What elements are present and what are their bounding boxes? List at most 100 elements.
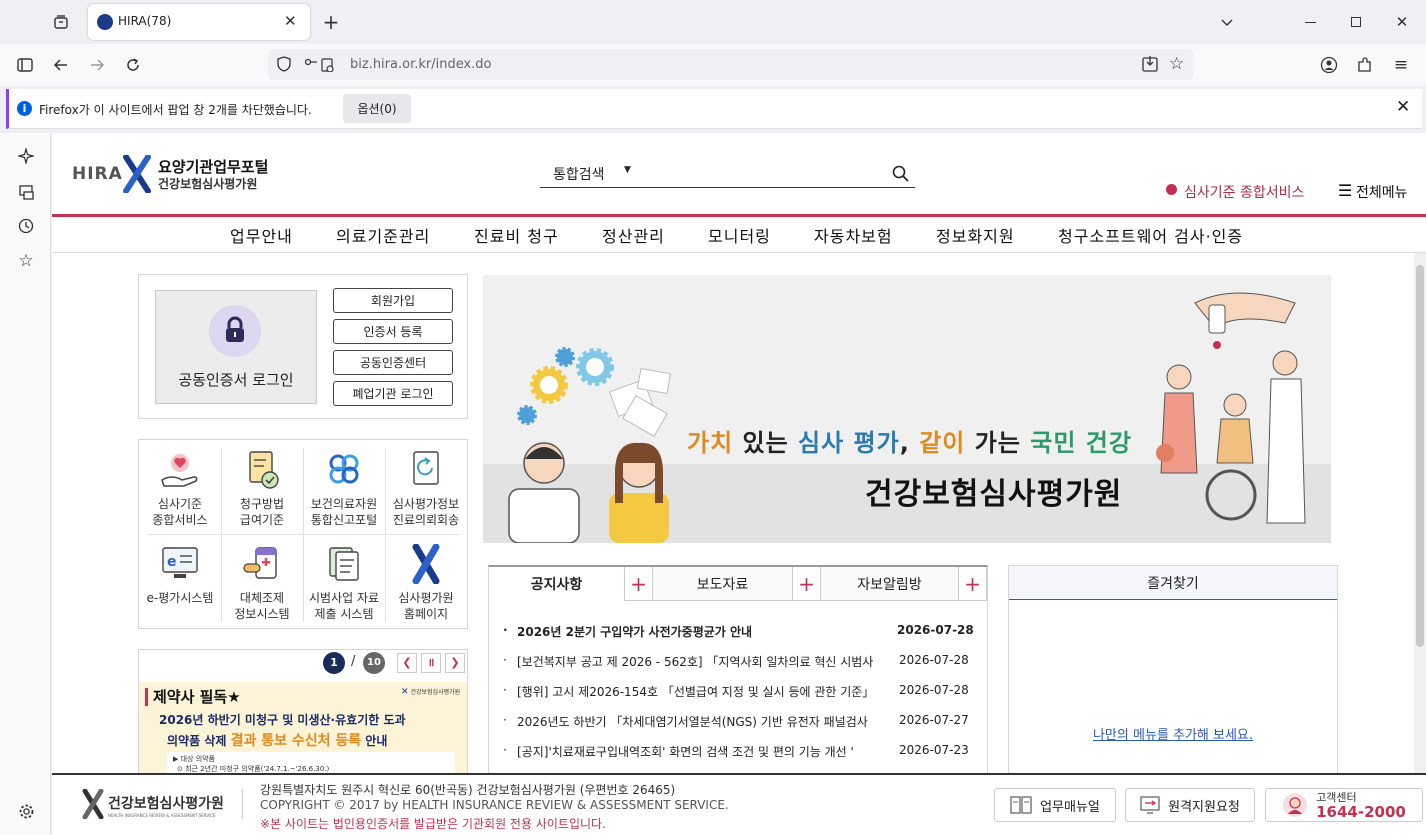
slide-pause-icon[interactable]: ॥ [421, 653, 441, 673]
notification-close-icon[interactable]: ✕ [1396, 97, 1410, 117]
add-favorite-link[interactable]: 나만의 메뉴를 추가해 보세요. [1009, 724, 1337, 743]
nav-claims[interactable]: 진료비 청구 [474, 223, 559, 247]
customer-center-button[interactable]: 고객센터 1644-2000 [1265, 788, 1423, 822]
notice-board: 공지사항 + 보도자료 + 자보알림방 + · 2026년 2분기 구입약가 사전… [488, 565, 988, 785]
close-window-icon[interactable]: ✕ [1387, 7, 1417, 37]
family-illustration [1156, 292, 1306, 524]
extensions-icon[interactable] [1350, 50, 1380, 80]
nav-medical-standards[interactable]: 의료기준관리 [336, 223, 430, 247]
menu-hamburger-icon[interactable]: ≡ [1386, 50, 1416, 80]
notices-more-icon[interactable]: + [625, 567, 653, 601]
scrollbar-thumb[interactable] [1416, 265, 1424, 647]
pills-icon [243, 547, 277, 579]
chevron-circle-icon [1166, 184, 1177, 195]
reload-icon[interactable] [118, 50, 148, 80]
back-icon[interactable] [46, 50, 76, 80]
portal-title: 요양기관업무포털 [158, 158, 269, 176]
all-menu-link[interactable]: 전체메뉴 [1356, 182, 1408, 202]
quick-pilot-submission[interactable]: 시범사업 자료 제출 시스템 [303, 544, 385, 622]
manual-label: 업무매뉴얼 [1040, 799, 1100, 815]
quick-substitution[interactable]: 대체조제 정보시스템 [221, 544, 303, 622]
cert-register-button[interactable]: 인증서 등록 [333, 319, 453, 344]
options-button[interactable]: 옵션(0) [343, 94, 411, 123]
signup-button[interactable]: 회원가입 [333, 288, 453, 313]
url-text[interactable]: biz.hira.or.kr/index.do [350, 57, 492, 72]
footer-copyright: COPYRIGHT © 2017 by HEALTH INSURANCE REV… [260, 798, 729, 812]
tab-auto-insurance-notices[interactable]: 자보알림방 [821, 567, 959, 601]
list-item[interactable]: · [행위] 고시 제2026-154호 「선별급여 지정 및 실시 등에 관한 … [503, 683, 971, 699]
ai-chatbot-icon[interactable] [11, 141, 41, 171]
shield-icon[interactable] [276, 56, 292, 76]
nav-work-guide[interactable]: 업무안내 [230, 223, 293, 247]
history-icon[interactable] [11, 211, 41, 241]
cert-login-button[interactable]: 공동인증서 로그인 [155, 290, 317, 404]
nav-monitoring[interactable]: 모니터링 [708, 223, 771, 247]
nav-settlement[interactable]: 정산관리 [602, 223, 665, 247]
bookmarks-icon[interactable]: ☆ [11, 246, 41, 276]
nav-divider [52, 252, 1426, 253]
search-category-select[interactable]: 통합검색 [553, 164, 605, 184]
auto-notices-more-icon[interactable]: + [959, 567, 987, 601]
quick-review-standards[interactable]: 심사기준 종합서비스 [139, 450, 221, 528]
forward-icon[interactable] [82, 50, 112, 80]
refresh-doc-icon [413, 451, 439, 485]
browser-tab[interactable]: HIRA(78) ✕ [88, 4, 310, 40]
search-input[interactable] [650, 162, 880, 184]
press-more-icon[interactable]: + [793, 567, 821, 601]
tab-list-chevron-icon[interactable] [1212, 7, 1242, 37]
quick-label: 심사평가원 홈페이지 [398, 591, 454, 621]
hero-banner[interactable]: 가치 있는 심사 평가, 같이 가는 국민 건강 건강보험심사평가원 [483, 275, 1331, 543]
quick-claim-method[interactable]: 청구방법 급여기준 [221, 450, 303, 528]
list-item[interactable]: · 2026년 2분기 구입약가 사전가중평균가 안내 2026-07-28 [503, 623, 974, 639]
cert-center-button[interactable]: 공동인증센터 [333, 350, 453, 375]
dropdown-caret-icon[interactable]: ▼ [624, 165, 631, 175]
nav-software-certification[interactable]: 청구소프트웨어 검사·인증 [1058, 223, 1243, 247]
site-logo[interactable]: HIRA 요양기관업무포털 건강보험심사평가원 [72, 155, 282, 195]
slide-prev-icon[interactable]: ❮ [397, 653, 417, 673]
hamburger-icon[interactable]: ☰ [1338, 181, 1352, 200]
account-icon[interactable] [1314, 50, 1344, 80]
list-item[interactable]: · 2026년도 하반기 「차세대염기서열분석(NGS) 기반 유전자 패널검사 2… [503, 713, 971, 729]
tab-close-icon[interactable]: ✕ [284, 12, 297, 30]
cert-login-label: 공동인증서 로그인 [178, 371, 294, 389]
notice-title: [보건복지부 공고 제 2026 - 562호] 「지역사회 일차의료 혁신 시… [517, 655, 874, 669]
lock-icon [209, 305, 261, 357]
tab-title: HIRA(78) [118, 14, 172, 28]
sidebar-toggle-icon[interactable] [10, 50, 40, 80]
quick-e-evaluation[interactable]: e e-평가시스템 [139, 544, 221, 606]
remote-support-button[interactable]: 원격지원요청 [1125, 788, 1255, 822]
settings-gear-icon[interactable] [11, 796, 41, 826]
list-item[interactable]: · [보건복지부 공고 제 2026 - 562호] 「지역사회 일차의료 혁신 … [503, 653, 971, 669]
notice-title: [공지]'치료재료구입내역조회' 화면의 검색 조건 및 편의 기능 개선 ' [517, 745, 854, 759]
quick-review-info[interactable]: 심사평가정보 진료의뢰회송 [385, 450, 467, 528]
banner-line2: 의약품 삭제 결과 통보 수신처 등록 안내 [167, 733, 388, 749]
org-subtitle: 건강보험심사평가원 [158, 177, 258, 191]
banner-headline: 제약사 필독★ [153, 688, 241, 706]
closed-institution-login-button[interactable]: 폐업기관 로그인 [333, 381, 453, 406]
url-bar[interactable]: biz.hira.or.kr/index.do ☆ [268, 49, 1194, 80]
synced-tabs-icon[interactable] [11, 177, 41, 207]
permissions-icon[interactable] [304, 57, 334, 76]
quick-label: 심사기준 종합서비스 [152, 497, 208, 527]
review-service-link[interactable]: 심사기준 종합서비스 [1184, 182, 1304, 202]
list-item[interactable]: · [공지]'치료재료구입내역조회' 화면의 검색 조건 및 편의 기능 개선 '… [503, 743, 971, 759]
nav-auto-insurance[interactable]: 자동차보험 [814, 223, 893, 247]
quick-hira-homepage[interactable]: 심사평가원 홈페이지 [385, 544, 467, 622]
banner-image[interactable]: 제약사 필독★ ✕ 건강보험심사평가원 2026년 하반기 미청구 및 미생산·… [139, 682, 467, 778]
work-manual-button[interactable]: 업무매뉴얼 [994, 788, 1116, 822]
new-tab-icon[interactable]: + [316, 7, 346, 37]
nav-it-support[interactable]: 정보화지원 [936, 223, 1015, 247]
slide-next-icon[interactable]: ❯ [445, 653, 465, 673]
tab-notices[interactable]: 공지사항 [489, 567, 625, 601]
tab-press[interactable]: 보도자료 [653, 567, 793, 601]
search-icon[interactable] [892, 165, 909, 182]
tab-overview-icon[interactable] [46, 7, 76, 37]
minimize-icon[interactable] [1295, 7, 1325, 37]
browser-sidebar: ☆ [0, 133, 51, 835]
maximize-icon[interactable] [1341, 7, 1371, 37]
quick-label: e-평가시스템 [146, 591, 214, 605]
page-scrollbar[interactable] [1414, 253, 1426, 773]
quick-health-resources[interactable]: 보건의료자원 통합신고포털 [303, 450, 385, 528]
save-page-icon[interactable] [1141, 55, 1159, 77]
bookmark-star-icon[interactable]: ☆ [1169, 54, 1184, 74]
